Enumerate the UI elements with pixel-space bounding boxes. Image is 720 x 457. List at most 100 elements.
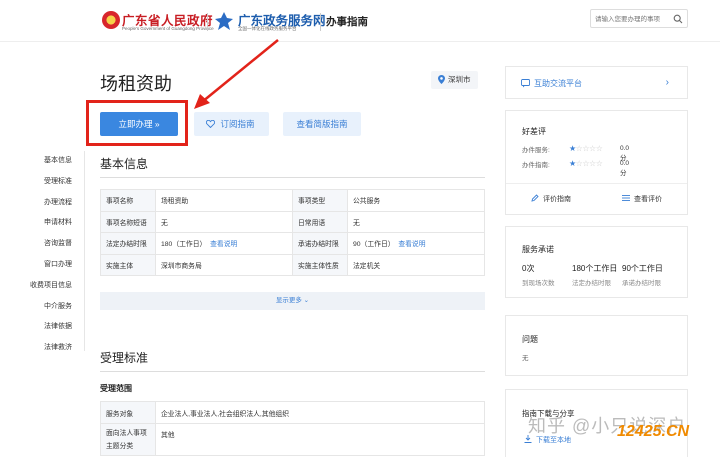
table-key: 实施主体性质 — [292, 253, 348, 276]
annotation-box — [86, 100, 188, 146]
nav-item-agency[interactable]: 中介服务 — [26, 297, 84, 318]
table-row: 实施主体 深圳市商务局 实施主体性质 法定机关 — [100, 253, 485, 276]
section-title[interactable]: 办事指南 — [326, 14, 368, 29]
table-key: 法定办结时限 — [100, 232, 156, 255]
table-key: 实施主体 — [100, 253, 156, 276]
chevron-right-icon: › — [665, 77, 669, 88]
header-divider — [320, 13, 321, 31]
table-key: 面向法人事项主题分类 — [100, 423, 156, 456]
service-subtitle: 全国一体化在线政务服务平台 — [238, 26, 297, 31]
view-note-link[interactable]: 查看说明 — [210, 241, 237, 248]
show-more-button[interactable]: 显示更多 ⌄ — [100, 292, 485, 310]
star-rating: ★☆☆☆☆ — [569, 144, 603, 153]
nav-item-window[interactable]: 窗口办理 — [26, 255, 84, 276]
view-ratings-label: 查看评价 — [634, 196, 662, 203]
heart-icon — [206, 120, 215, 128]
legal-time-value: 180（工作日） — [161, 241, 207, 249]
promise-value: 90个工作日 — [622, 264, 663, 273]
implementer-link[interactable]: 深圳市商务局 — [155, 253, 293, 276]
table-value: 其他 — [155, 423, 485, 456]
location-text: 深圳市 — [448, 75, 471, 84]
section-divider — [100, 177, 485, 178]
left-nav: 基本信息 受理标准 办理流程 申请材料 咨询监督 窗口办理 收费项目信息 中介服… — [26, 151, 84, 359]
basic-info-title: 基本信息 — [100, 157, 149, 171]
search-icon[interactable] — [673, 14, 683, 24]
nav-item-process[interactable]: 办理流程 — [26, 193, 84, 214]
nav-divider — [84, 151, 85, 351]
promise-time-value: 90（工作日） — [353, 241, 395, 249]
basic-info-table: 事项名称 场租资助 事项类型 公共服务 事项名称短语 无 日常用语 无 法定办结… — [100, 189, 485, 276]
gov-name-en: People's Government of Guangdong Provinc… — [122, 26, 214, 31]
header-divider — [207, 13, 208, 31]
gov-emblem-icon — [102, 11, 120, 29]
section-divider — [100, 371, 485, 372]
interaction-title: 互助交流平台 — [534, 79, 582, 88]
nav-item-law[interactable]: 法律依据 — [26, 317, 84, 338]
table-row: 事项名称 场租资助 事项类型 公共服务 — [100, 189, 485, 212]
promise-value: 180个工作日 — [572, 264, 618, 273]
promise-value: 0次 — [522, 264, 535, 273]
view-ratings-button[interactable]: 查看评价 — [622, 194, 662, 204]
location-pin-icon — [438, 75, 445, 84]
table-key: 事项名称 — [100, 189, 156, 212]
list-icon — [622, 195, 630, 201]
star-rating: ★☆☆☆☆ — [569, 159, 603, 168]
rating-card: 好差评 办件服务: ★☆☆☆☆ 0.0分 办件指南: ★☆☆☆☆ 0.0分 评价… — [505, 110, 688, 215]
promise-label: 法定办结时限 — [572, 280, 611, 287]
service-promise-card: 服务承诺 0次 到现场次数 180个工作日 法定办结时限 90个工作日 承诺办结… — [505, 226, 688, 298]
download-local-label: 下载至本地 — [536, 437, 571, 444]
nav-item-acceptance[interactable]: 受理标准 — [26, 172, 84, 193]
page-title: 场租资助 — [100, 74, 172, 94]
top-header: 广东省人民政府 People's Government of Guangdong… — [0, 0, 720, 42]
table-value: 无 — [155, 210, 293, 233]
interaction-card[interactable]: 互助交流平台 › — [505, 66, 688, 99]
nav-item-consult[interactable]: 咨询监督 — [26, 234, 84, 255]
acceptance-table: 服务对象 企业法人,事业法人,社会组织法人,其他组织 面向法人事项主题分类 其他 — [100, 401, 485, 456]
table-value: 90（工作日） 查看说明 — [347, 232, 485, 255]
edit-icon — [531, 194, 539, 202]
table-value: 无 — [347, 210, 485, 233]
rating-row: 办件指南: ★☆☆☆☆ 0.0分 — [522, 159, 629, 177]
rating-label: 办件服务: — [522, 147, 550, 154]
table-row: 法定办结时限 180（工作日） 查看说明 承诺办结时限 90（工作日） 查看说明 — [100, 232, 485, 255]
site-logo: 12425.CN — [617, 423, 690, 440]
acceptance-title: 受理标准 — [100, 351, 149, 365]
table-value: 公共服务 — [347, 189, 485, 212]
rating-row: 办件服务: ★☆☆☆☆ 0.0分 — [522, 144, 629, 162]
view-note-link[interactable]: 查看说明 — [398, 241, 425, 248]
acceptance-scope-title: 受理范围 — [100, 384, 132, 393]
gd-service-logo-icon — [215, 12, 233, 30]
table-key: 承诺办结时限 — [292, 232, 348, 255]
card-divider — [506, 183, 687, 184]
nav-item-remedy[interactable]: 法律救济 — [26, 338, 84, 359]
table-key: 事项名称短语 — [100, 210, 156, 233]
chat-icon — [521, 79, 530, 88]
table-value: 场租资助 — [155, 189, 293, 212]
table-row: 服务对象 企业法人,事业法人,社会组织法人,其他组织 — [100, 401, 485, 424]
nav-item-fees[interactable]: 收费项目信息 — [26, 276, 84, 297]
location-badge[interactable]: 深圳市 — [431, 71, 478, 89]
nav-item-basic-info[interactable]: 基本信息 — [26, 151, 84, 172]
rating-title: 好差评 — [522, 127, 546, 136]
promise-label: 到现场次数 — [522, 280, 555, 287]
rating-label: 办件指南: — [522, 162, 550, 169]
questions-value: 无 — [522, 355, 529, 362]
table-value: 企业法人,事业法人,社会组织法人,其他组织 — [155, 401, 485, 424]
annotation-arrow-icon — [194, 39, 279, 109]
questions-card: 问题 无 — [505, 315, 688, 376]
subscribe-label: 订阅指南 — [220, 119, 255, 129]
table-row: 面向法人事项主题分类 其他 — [100, 423, 485, 456]
table-value: 法定机关 — [347, 253, 485, 276]
view-brief-guide-button[interactable]: 查看简版指南 — [283, 112, 361, 136]
search-box[interactable] — [590, 9, 688, 28]
questions-title: 问题 — [522, 335, 538, 344]
rate-guide-button[interactable]: 评价指南 — [531, 194, 571, 204]
subscribe-guide-button[interactable]: 订阅指南 — [194, 112, 269, 136]
promise-title: 服务承诺 — [522, 245, 554, 254]
table-key: 事项类型 — [292, 189, 348, 212]
nav-item-materials[interactable]: 申请材料 — [26, 213, 84, 234]
table-value: 180（工作日） 查看说明 — [155, 232, 293, 255]
table-row: 事项名称短语 无 日常用语 无 — [100, 210, 485, 233]
promise-label: 承诺办结时限 — [622, 280, 661, 287]
search-input[interactable] — [595, 13, 673, 25]
